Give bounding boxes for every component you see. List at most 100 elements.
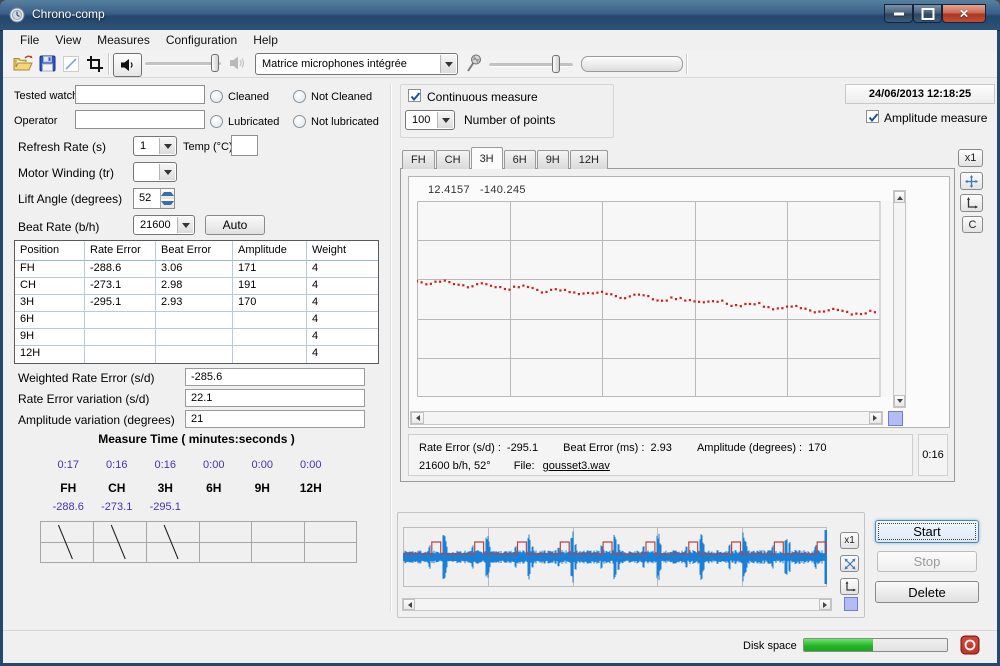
toolbar: Matrice microphones intégrée — [3, 50, 997, 78]
menu-item-file[interactable]: File — [12, 31, 47, 49]
beat-rate-dropdown-arrow[interactable] — [177, 217, 193, 233]
lubricated-radio[interactable] — [210, 115, 223, 128]
not-lubricated-radio[interactable] — [293, 115, 306, 128]
result-cell: 12H — [15, 346, 85, 363]
chart-clear-button[interactable]: C — [962, 216, 983, 233]
amplitude-status-label: Amplitude (degrees) : — [697, 442, 802, 454]
points-dropdown-arrow[interactable] — [437, 112, 453, 128]
speaker-icon — [120, 58, 135, 72]
cleaned-radio[interactable] — [210, 90, 223, 103]
menu-item-configuration[interactable]: Configuration — [158, 31, 245, 49]
minimize-button[interactable] — [884, 4, 913, 23]
menu-bar: FileViewMeasuresConfigurationHelp — [3, 30, 997, 50]
beat-rate-select[interactable]: 21600 — [133, 215, 195, 235]
not-cleaned-radio[interactable] — [293, 90, 306, 103]
motor-winding-select[interactable] — [133, 162, 177, 182]
menu-item-measures[interactable]: Measures — [89, 31, 158, 49]
wave-axes-button[interactable] — [840, 578, 859, 595]
maximize-button[interactable] — [913, 4, 942, 23]
results-row-9h[interactable]: 9H4 — [15, 329, 378, 346]
chart-corner-button[interactable] — [888, 411, 903, 426]
wave-corner-button[interactable] — [844, 597, 858, 611]
zoom-extents-icon — [844, 558, 856, 570]
refresh-rate-value: 1 — [140, 140, 146, 152]
save-icon[interactable] — [39, 55, 56, 72]
tab-fh[interactable]: FH — [402, 150, 435, 169]
scroll-right-button[interactable] — [869, 412, 882, 424]
column-header-weight: Weight — [307, 241, 378, 261]
results-row-6h[interactable]: 6H4 — [15, 312, 378, 329]
beat-config-text: 21600 b/h, 52° — [419, 460, 491, 472]
wave-horizontal-scrollbar[interactable] — [402, 598, 832, 611]
crop-icon[interactable] — [86, 55, 104, 73]
scroll-right-button[interactable] — [819, 599, 831, 610]
file-link[interactable]: gousset3.wav — [543, 460, 610, 472]
scroll-left-button[interactable] — [403, 599, 415, 610]
motor-winding-dropdown-arrow[interactable] — [159, 164, 175, 180]
lift-angle-spinner[interactable]: 52 — [133, 188, 175, 209]
auto-button[interactable]: Auto — [205, 215, 265, 235]
tab-9h[interactable]: 9H — [537, 150, 569, 169]
results-row-3h[interactable]: 3H-295.12.931704 — [15, 295, 378, 312]
result-cell: 2.93 — [156, 295, 233, 312]
audio-waveform — [403, 526, 827, 588]
menu-item-view[interactable]: View — [47, 31, 89, 49]
close-button[interactable]: × — [942, 4, 986, 23]
tab-ch[interactable]: CH — [436, 150, 470, 169]
measure-time-value: 0:16 — [93, 459, 142, 479]
measure-position-label: CH — [93, 479, 142, 501]
volume-slider-track[interactable] — [145, 62, 221, 66]
amplitude-measure-checkbox[interactable] — [866, 110, 879, 123]
continuous-measure-checkbox[interactable] — [408, 89, 421, 102]
tab-6h[interactable]: 6H — [504, 150, 536, 169]
tab-12h[interactable]: 12H — [570, 150, 608, 169]
lift-angle-down-button[interactable] — [161, 199, 174, 209]
results-row-12h[interactable]: 12H4 — [15, 346, 378, 363]
title-bar[interactable]: Chrono-comp × — [0, 0, 1000, 31]
points-select[interactable]: 100 — [405, 110, 455, 130]
audio-device-select[interactable]: Matrice microphones intégrée — [255, 53, 458, 75]
wave-zoom-extents-button[interactable] — [840, 555, 859, 572]
speaker-muted-icon[interactable] — [229, 55, 247, 71]
wave-zoom-x1-button[interactable]: x1 — [840, 532, 859, 549]
result-cell: 3.06 — [156, 261, 233, 278]
volume-slider-thumb[interactable] — [211, 54, 219, 72]
chart-horizontal-scrollbar[interactable] — [410, 411, 883, 425]
chart-zoom-x1-button[interactable]: x1 — [958, 149, 983, 167]
rate-error-status-value: -295.1 — [507, 442, 538, 454]
microphone-icon[interactable] — [465, 54, 482, 74]
refresh-rate-select[interactable]: 1 — [133, 136, 177, 156]
chart-axes-button[interactable] — [960, 194, 983, 212]
scroll-up-button[interactable] — [894, 191, 905, 203]
open-file-icon[interactable] — [12, 54, 34, 73]
tested-watch-input[interactable] — [75, 85, 205, 104]
lift-angle-up-button[interactable] — [161, 189, 174, 199]
refresh-rate-dropdown-arrow[interactable] — [159, 138, 175, 154]
axes-icon — [965, 197, 978, 210]
result-cell: 4 — [307, 295, 378, 312]
datetime-display: 24/06/2013 12:18:25 — [845, 84, 995, 104]
menu-item-help[interactable]: Help — [245, 31, 286, 49]
operator-input[interactable] — [75, 110, 205, 129]
chart-vertical-scrollbar[interactable] — [893, 190, 906, 408]
line-tool-icon[interactable] — [63, 56, 79, 72]
rate-error-status-label: Rate Error (s/d) : — [419, 442, 501, 454]
record-power-button[interactable] — [960, 635, 980, 655]
temp-input[interactable] — [231, 135, 258, 156]
scroll-left-button[interactable] — [411, 412, 424, 424]
amplitude-measure-label: Amplitude measure — [884, 111, 987, 125]
start-button[interactable]: Start — [875, 520, 979, 543]
results-row-fh[interactable]: FH-288.63.061714 — [15, 261, 378, 278]
results-row-ch[interactable]: CH-273.12.981914 — [15, 278, 378, 295]
delete-button[interactable]: Delete — [875, 581, 979, 603]
measure-rate-value — [287, 501, 336, 517]
scroll-down-button[interactable] — [894, 395, 905, 407]
speaker-toggle-button[interactable] — [113, 53, 142, 77]
input-gain-slider-track[interactable] — [489, 63, 573, 67]
input-gain-slider-thumb[interactable] — [552, 55, 560, 73]
stop-button[interactable]: Stop — [877, 551, 977, 572]
audio-device-dropdown-arrow[interactable] — [440, 55, 456, 73]
tab-3h[interactable]: 3H — [471, 147, 503, 169]
result-cell — [233, 312, 307, 329]
chart-pan-button[interactable] — [960, 172, 983, 190]
